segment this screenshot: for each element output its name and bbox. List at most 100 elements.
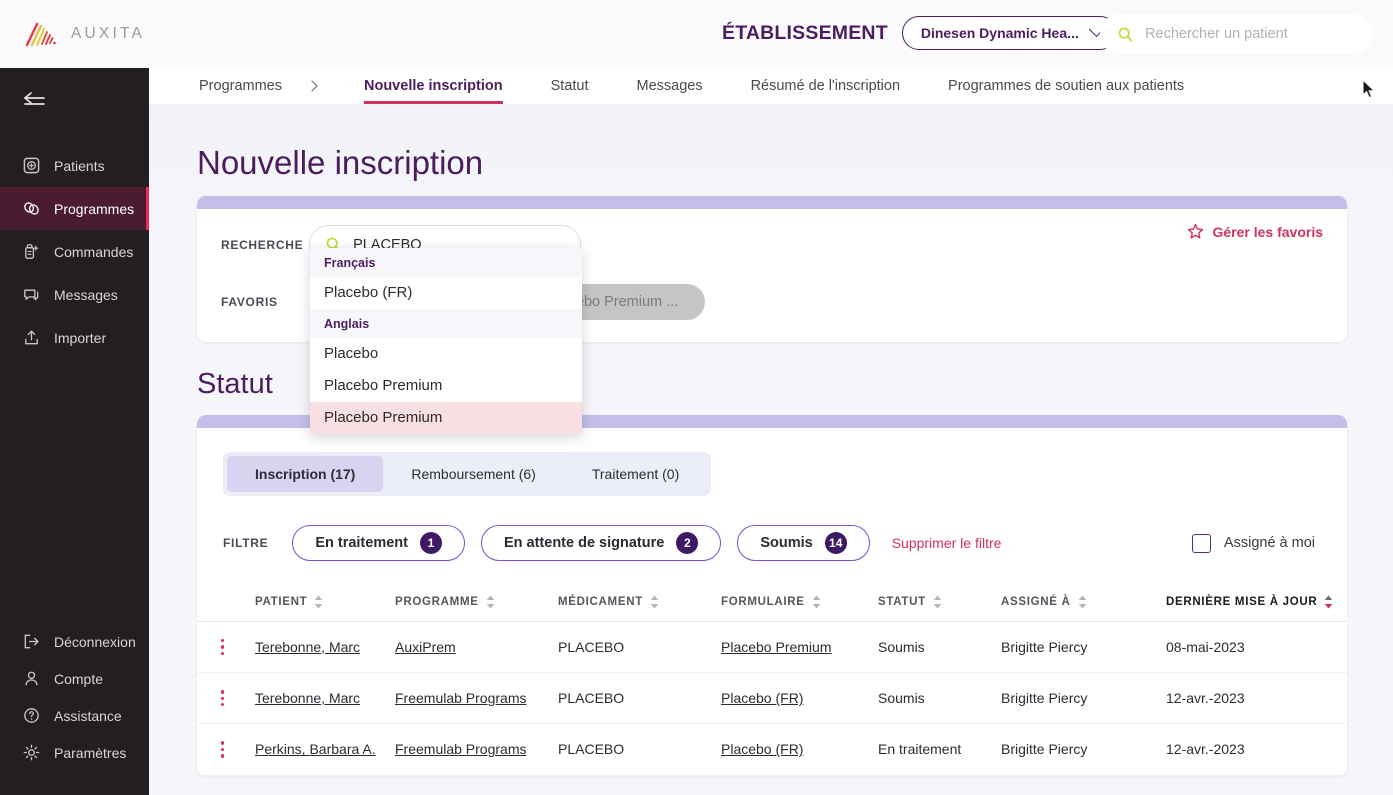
establishment-select[interactable]: Dinesen Dynamic Hea... bbox=[901, 16, 1117, 50]
chevron-right-icon bbox=[306, 80, 318, 92]
status-tab-inscription[interactable]: Inscription (17) bbox=[227, 456, 384, 492]
sidebar-item-compte[interactable]: Compte bbox=[0, 660, 149, 697]
tab-resume-inscription[interactable]: Résumé de l'inscription bbox=[751, 68, 900, 104]
sidebar-item-patients[interactable]: Patients bbox=[0, 144, 149, 187]
collapse-sidebar-icon[interactable] bbox=[22, 90, 48, 112]
sidebar-item-label: Commandes bbox=[54, 243, 134, 260]
cell-formulaire: Placebo Premium bbox=[721, 621, 878, 674]
status-card: Inscription (17) Remboursement (6) Trait… bbox=[197, 415, 1347, 776]
column-label: MÉDICAMENT bbox=[558, 596, 643, 608]
status-tab-traitement[interactable]: Traitement (0) bbox=[564, 456, 707, 492]
formulaire-link[interactable]: Placebo (FR) bbox=[721, 690, 803, 706]
favorites-field-label: FAVORIS bbox=[221, 295, 278, 309]
kebab-menu-icon[interactable] bbox=[221, 690, 225, 707]
status-tab-remboursement[interactable]: Remboursement (6) bbox=[383, 456, 564, 492]
cell-medicament: PLACEBO bbox=[558, 672, 721, 725]
filter-chip-soumis[interactable]: Soumis 14 bbox=[737, 525, 870, 561]
cell-medicament: PLACEBO bbox=[558, 723, 721, 776]
programmes-icon bbox=[24, 202, 39, 215]
assigned-to-me-checkbox[interactable]: Assigné à moi bbox=[1191, 533, 1315, 553]
table-row[interactable]: Terebonne, Marc Freemulab Programs PLACE… bbox=[197, 672, 1347, 725]
dropdown-option-highlighted[interactable]: Placebo Premium bbox=[310, 402, 582, 434]
sidebar-item-programmes[interactable]: Programmes bbox=[0, 187, 149, 230]
programme-link[interactable]: AuxiPrem bbox=[395, 639, 456, 655]
patient-search-box[interactable] bbox=[1100, 14, 1372, 54]
sort-icon bbox=[933, 595, 942, 609]
patients-icon bbox=[23, 157, 40, 174]
search-icon bbox=[1118, 27, 1133, 42]
cell-statut: En traitement bbox=[878, 723, 1001, 776]
table-header-programme[interactable]: PROGRAMME bbox=[395, 583, 558, 622]
table-header-statut[interactable]: STATUT bbox=[878, 583, 1001, 622]
sidebar-item-label: Compte bbox=[54, 670, 104, 687]
table-header-formulaire[interactable]: FORMULAIRE bbox=[721, 583, 878, 622]
sort-icon bbox=[486, 595, 494, 609]
sidebar-item-label: Patients bbox=[54, 157, 105, 174]
row-menu-cell bbox=[197, 723, 255, 776]
tab-messages[interactable]: Messages bbox=[636, 68, 702, 104]
column-label: DERNIÈRE MISE À JOUR bbox=[1166, 596, 1318, 608]
tab-programmes-soutien[interactable]: Programmes de soutien aux patients bbox=[948, 68, 1184, 104]
import-icon bbox=[25, 330, 38, 345]
formulaire-link[interactable]: Placebo Premium bbox=[721, 639, 832, 655]
table-header-assigne-a[interactable]: ASSIGNÉ À bbox=[1001, 583, 1166, 622]
star-outline-icon bbox=[1188, 223, 1204, 239]
tab-statut[interactable]: Statut bbox=[551, 68, 589, 104]
sidebar-item-parametres[interactable]: Paramètres bbox=[0, 734, 149, 771]
table-header-row: PATIENT PROGRAMME MÉDICAMENT FORMULAIRE … bbox=[197, 583, 1347, 622]
programme-link[interactable]: Freemulab Programs bbox=[395, 690, 527, 706]
filter-chip-label: Soumis bbox=[760, 535, 813, 551]
table-row[interactable]: Perkins, Barbara A. Freemulab Programs P… bbox=[197, 723, 1347, 776]
commandes-icon bbox=[25, 244, 39, 259]
filter-chip-en-traitement[interactable]: En traitement 1 bbox=[292, 525, 465, 561]
manage-favorites-link[interactable]: Gérer les favoris bbox=[1187, 223, 1323, 240]
filter-chip-label: En traitement bbox=[315, 535, 408, 551]
table-header-medicament[interactable]: MÉDICAMENT bbox=[558, 583, 721, 622]
search-card: Gérer les favoris RECHERCHE FAVORIS Plac… bbox=[197, 196, 1347, 434]
sidebar-nav-primary: Patients Programmes Commandes Messages I… bbox=[0, 144, 149, 359]
brand-logo[interactable]: AUXITA bbox=[24, 21, 145, 47]
top-bar: AUXITA ÉTABLISSEMENT Dinesen Dynamic Hea… bbox=[0, 0, 1393, 68]
sidebar-item-deconnexion[interactable]: Déconnexion bbox=[0, 623, 149, 660]
patient-link[interactable]: Terebonne, Marc bbox=[255, 690, 360, 706]
sidebar-item-commandes[interactable]: Commandes bbox=[0, 230, 149, 273]
kebab-menu-icon[interactable] bbox=[221, 639, 225, 656]
cell-maj: 08-mai-2023 bbox=[1166, 621, 1347, 674]
clear-filter-link[interactable]: Supprimer le filtre bbox=[892, 535, 1002, 551]
patient-search-input[interactable] bbox=[1145, 26, 1354, 42]
filter-chip-label: En attente de signature bbox=[503, 535, 665, 551]
filter-chip-en-attente-signature[interactable]: En attente de signature 2 bbox=[480, 525, 722, 561]
sidebar-item-assistance[interactable]: Assistance bbox=[0, 697, 149, 734]
status-tab-group: Inscription (17) Remboursement (6) Trait… bbox=[223, 452, 712, 496]
patient-link[interactable]: Perkins, Barbara A. bbox=[255, 741, 376, 757]
search-field-label: RECHERCHE bbox=[221, 237, 304, 252]
table-body: Terebonne, Marc AuxiPrem PLACEBO Placebo… bbox=[197, 621, 1347, 776]
dropdown-option[interactable]: Placebo bbox=[310, 338, 582, 370]
dropdown-option[interactable]: Placebo Premium bbox=[310, 370, 582, 402]
sort-icon bbox=[812, 595, 820, 609]
sidebar-item-messages[interactable]: Messages bbox=[0, 273, 149, 316]
formulaire-link[interactable]: Placebo (FR) bbox=[721, 741, 803, 757]
tab-nouvelle-inscription[interactable]: Nouvelle inscription bbox=[364, 68, 503, 104]
dropdown-option[interactable]: Placebo (FR) bbox=[310, 277, 582, 309]
sort-desc-icon bbox=[1325, 595, 1333, 609]
table-row[interactable]: Terebonne, Marc AuxiPrem PLACEBO Placebo… bbox=[197, 621, 1347, 674]
cell-formulaire: Placebo (FR) bbox=[721, 723, 878, 776]
patient-link[interactable]: Terebonne, Marc bbox=[255, 639, 360, 655]
filter-label: FILTRE bbox=[223, 536, 269, 550]
sort-icon bbox=[315, 595, 323, 609]
table-header-patient[interactable]: PATIENT bbox=[255, 583, 395, 622]
search-autocomplete-dropdown: Français Placebo (FR) Anglais Placebo Pl… bbox=[310, 248, 582, 434]
dropdown-group-heading: Français bbox=[310, 248, 582, 277]
table-header-derniere-mise-a-jour[interactable]: DERNIÈRE MISE À JOUR bbox=[1166, 583, 1347, 622]
filter-chip-count: 2 bbox=[676, 532, 699, 554]
card-accent-band bbox=[197, 196, 1347, 209]
sidebar-item-importer[interactable]: Importer bbox=[0, 316, 149, 359]
cell-statut: Soumis bbox=[878, 672, 1001, 725]
kebab-menu-icon[interactable] bbox=[221, 741, 225, 758]
programme-link[interactable]: Freemulab Programs bbox=[395, 741, 527, 757]
cell-programme: Freemulab Programs bbox=[395, 672, 558, 725]
breadcrumb[interactable]: Programmes bbox=[199, 78, 318, 94]
page-title: Nouvelle inscription bbox=[197, 144, 484, 181]
sub-tab-navigation: Programmes Nouvelle inscription Statut M… bbox=[149, 68, 1393, 104]
